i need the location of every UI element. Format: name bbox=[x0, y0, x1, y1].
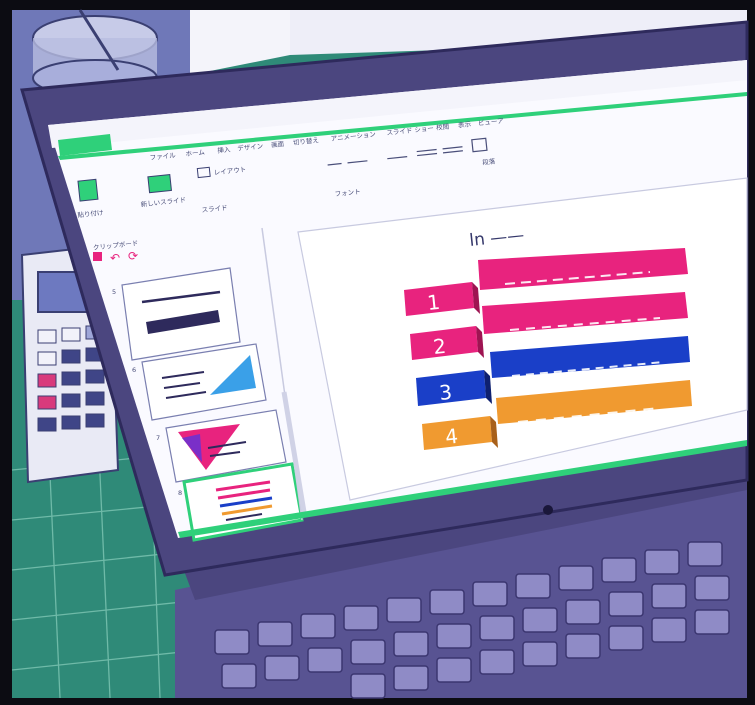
svg-text:4: 4 bbox=[444, 424, 459, 449]
paste-icon[interactable] bbox=[77, 178, 99, 202]
svg-text:1: 1 bbox=[426, 290, 441, 315]
tab-view[interactable]: 表示 bbox=[458, 119, 472, 129]
tab-review[interactable]: 校閲 bbox=[436, 122, 450, 132]
camera-icon bbox=[543, 505, 553, 515]
undo-icon[interactable]: ↶ bbox=[110, 251, 120, 265]
new-slide-icon[interactable] bbox=[147, 173, 172, 194]
svg-text:8: 8 bbox=[178, 489, 182, 497]
svg-text:2: 2 bbox=[432, 334, 447, 359]
save-icon[interactable] bbox=[93, 252, 102, 261]
svg-text:6: 6 bbox=[132, 366, 136, 374]
svg-text:7: 7 bbox=[156, 434, 160, 442]
illustration-scene: ファイル ホーム 挿入 デザイン 画面 切り替え アニメーション スライド ショ… bbox=[11, 9, 749, 699]
svg-text:5: 5 bbox=[112, 288, 116, 296]
paragraph-group-label: 段落 bbox=[482, 156, 496, 166]
tab-insert[interactable]: 挿入 bbox=[217, 145, 231, 155]
svg-text:3: 3 bbox=[438, 380, 453, 405]
redo-icon[interactable]: ⟳ bbox=[128, 249, 138, 263]
tab-screen[interactable]: 画面 bbox=[271, 140, 285, 149]
